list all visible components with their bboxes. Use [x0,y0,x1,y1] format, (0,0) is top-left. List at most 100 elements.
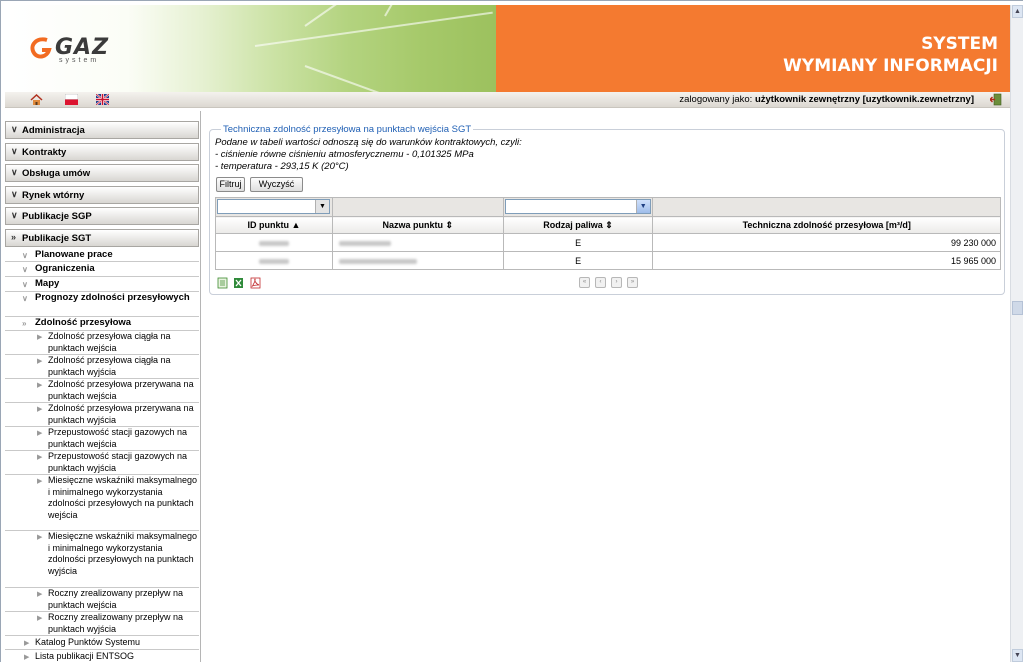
triangle-right-icon: ▶ [24,654,30,661]
cell-fuel: E [502,233,654,252]
triangle-right-icon: ▶ [37,534,43,541]
sidebar-leaf[interactable]: ▶ Zdolność przesyłowa ciągła na punktach … [5,331,199,355]
filter-cell: ▼ [215,197,333,217]
filter-button[interactable]: Filtruj [216,177,245,192]
pager-prev-button[interactable]: ‹ [595,277,606,288]
vertical-scrollbar[interactable]: ▲ ▼ [1010,5,1023,662]
header-leaf-image: GAZ system [5,5,496,92]
top-toolbar: zalogowany jako: użytkownik zewnętrzny [… [5,92,1010,108]
pdf-export-icon[interactable] [250,277,261,289]
logo-subtitle: system [59,57,100,64]
sidebar-leaf[interactable]: ▶ Zdolność przesyłowa przerywana na punkt… [5,379,199,403]
chevron-down-icon: ∨ [11,167,18,177]
fuel-filter-select[interactable]: ▼ [504,199,651,214]
sidebar-leaf-label: Miesięczne wskaźniki maksymalnego i mini… [48,475,198,520]
pager-first-button[interactable]: « [579,277,590,288]
sidebar-leaf[interactable]: ▶ Roczny zrealizowany przepływ na punktac… [5,612,199,636]
sidebar-item-publikacje-sgp[interactable]: ∨ Publikacje SGP [5,207,199,225]
sidebar-item-publikacje-sgt[interactable]: » Publikacje SGT [5,229,199,247]
home-icon[interactable] [30,94,43,105]
sidebar-leaf[interactable]: ▶ Przepustowość stacji gazowych na punkta… [5,451,199,475]
sidebar-leaf-label: Przepustowość stacji gazowych na punktac… [48,427,188,449]
sidebar-item-rynek-wtorny[interactable]: ∨ Rynek wtórny [5,186,199,204]
sidebar-item-label: Lista publikacji ENTSOG [35,651,135,661]
header-banner: GAZ system SYSTEM WYMIANY INFORMACJI [5,5,1010,92]
triangle-right-icon: ▶ [37,615,43,622]
sidebar-leaf[interactable]: ▶ Miesięczne wskaźniki maksymalnego i min… [5,531,199,588]
english-flag-icon[interactable] [96,94,109,105]
chevron-down-icon: ∨ [11,189,18,199]
cell-id [215,251,333,270]
sidebar-leaf[interactable]: ▶ Zdolność przesyłowa ciągła na punktach … [5,355,199,379]
scroll-down-icon[interactable]: ▼ [1012,649,1023,662]
table-row[interactable]: E 15 965 000 [215,251,1001,270]
sidebar-item-label: Publikacje SGT [22,233,92,244]
sidebar-leaf[interactable]: ▶ Miesięczne wskaźniki maksymalnego i min… [5,475,199,531]
sidebar-subitem-ograniczenia[interactable]: ∨ Ograniczenia [5,263,199,277]
system-title-line2: WYMIANY INFORMACJI [783,56,998,76]
sidebar-leaf-label: Przepustowość stacji gazowych na punktac… [48,451,188,473]
system-title-line1: SYSTEM [921,34,998,54]
sidebar-leaf[interactable]: ▶ Zdolność przesyłowa przerywana na punkt… [5,403,199,427]
scroll-thumb[interactable] [1012,301,1023,315]
header-row: ID punktu ▲ Nazwa punktu ⇕ Rodzaj paliwa… [215,216,1001,234]
id-filter-select[interactable]: ▼ [217,199,330,214]
panel-legend: Techniczna zdolność przesyłowa na punkta… [221,124,474,135]
pager-next-button[interactable]: › [611,277,622,288]
sidebar-item-katalog[interactable]: ▶ Katalog Punktów Systemu [5,637,199,650]
sidebar-leaf[interactable]: ▶ Przepustowość stacji gazowych na punkta… [5,427,199,451]
chevron-expanded-icon: » [22,319,27,328]
sidebar-subitem-planowane-prace[interactable]: ∨ Planowane prace [5,249,199,262]
sidebar-leaf-label: Roczny zrealizowany przepływ na punktach… [48,612,184,634]
triangle-right-icon: ▶ [37,478,43,485]
sidebar-leaf[interactable]: ▶ Roczny zrealizowany przepływ na punktac… [5,588,199,612]
chevron-down-icon: ▼ [635,200,650,213]
pager-last-button[interactable]: » [627,277,638,288]
excel-export-icon[interactable] [233,277,244,289]
sidebar-item-entsog[interactable]: ▶ Lista publikacji ENTSOG [5,651,199,662]
cell-id [215,233,333,252]
column-header-name[interactable]: Nazwa punktu ⇕ [331,216,504,234]
chevron-down-icon: ∨ [11,210,18,220]
sidebar-subitem-prognozy[interactable]: ∨ Prognozy zdolności przesyłowych [5,292,199,317]
sidebar-leaf-label: Miesięczne wskaźniki maksymalnego i mini… [48,531,198,576]
redacted-text [338,258,417,264]
sidebar-item-label: Rynek wtórny [22,190,85,201]
clear-button[interactable]: Wyczyść [250,177,303,192]
header-title-area: SYSTEM WYMIANY INFORMACJI [496,5,1010,92]
sidebar-item-administracja[interactable]: ∨ Administracja [5,121,199,139]
redacted-text [258,240,289,246]
sidebar-subitem-zdolnosc-przesylowa[interactable]: » Zdolność przesyłowa [5,317,199,331]
triangle-right-icon: ▶ [37,406,43,413]
chevron-down-icon: ∨ [22,251,28,260]
chevron-down-icon: ∨ [11,146,18,156]
sidebar-leaf-label: Zdolność przesyłowa przerywana na punkta… [48,403,194,425]
cell-fuel: E [502,251,654,270]
sidebar-leaf-label: Zdolność przesyłowa ciągła na punktach w… [48,355,171,377]
system-title: SYSTEM WYMIANY INFORMACJI [783,33,998,77]
gaz-system-logo[interactable]: GAZ system [29,35,144,65]
sidebar-item-label: Publikacje SGP [22,211,92,222]
sidebar-item-obsluga-umow[interactable]: ∨ Obsługa umów [5,164,199,182]
column-header-fuel[interactable]: Rodzaj paliwa ⇕ [502,216,654,234]
column-header-capacity[interactable]: Techniczna zdolność przesyłowa [m³/d] [652,216,1001,234]
csv-export-icon[interactable] [217,277,228,289]
cell-name [331,251,504,270]
scroll-up-icon[interactable]: ▲ [1012,5,1023,18]
login-user: użytkownik zewnętrzny [uzytkownik.zewnet… [754,94,974,105]
redacted-text [258,258,289,264]
redacted-text [338,240,391,246]
capacity-table: ▼ ▼ ID punktu ▲ Nazwa punktu ⇕ Rodzaj pa… [215,197,1001,270]
sidebar-subitem-label: Mapy [35,278,60,289]
sidebar-leaf-label: Zdolność przesyłowa przerywana na punkta… [48,379,194,401]
sidebar-item-label: Obsługa umów [22,168,91,179]
sidebar-item-kontrakty[interactable]: ∨ Kontrakty [5,143,199,161]
column-header-id[interactable]: ID punktu ▲ [215,216,333,234]
sidebar-subitem-mapy[interactable]: ∨ Mapy [5,278,199,292]
logout-icon[interactable] [990,93,1002,106]
sidebar: ∨ Administracja ∨ Kontrakty ∨ Obsługa umów … [5,111,201,662]
panel-description-line1: Podane w tabeli wartości odnoszą się do … [215,137,522,148]
table-row[interactable]: E 99 230 000 [215,233,1001,252]
gaz-swirl-icon [30,37,52,59]
polish-flag-icon[interactable] [65,94,78,105]
